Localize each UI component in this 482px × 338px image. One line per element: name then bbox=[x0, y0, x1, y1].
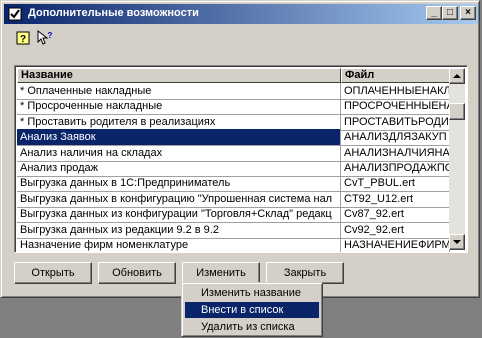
arrow-up-icon bbox=[453, 74, 461, 78]
column-header-file[interactable]: Файл bbox=[341, 68, 450, 83]
minimize-button[interactable]: _ bbox=[426, 6, 442, 20]
title-bar[interactable]: Дополнительные возможности _ □ × bbox=[4, 4, 478, 24]
svg-text:?: ? bbox=[20, 34, 26, 45]
scroll-down-button[interactable] bbox=[449, 234, 465, 250]
column-header-name[interactable]: Название bbox=[17, 68, 341, 83]
menu-item-remove-from-list[interactable]: Удалить из списка bbox=[185, 319, 319, 335]
cell-name: Назначение фирм номенклатуре bbox=[17, 237, 341, 252]
scroll-up-button[interactable] bbox=[449, 68, 465, 84]
scroll-thumb[interactable] bbox=[449, 103, 465, 120]
dialog-window: Дополнительные возможности _ □ × ? ? Наз… bbox=[0, 0, 480, 298]
refresh-button[interactable]: Обновить bbox=[98, 262, 176, 284]
app-icon bbox=[8, 7, 22, 21]
context-menu: Изменить название Внести в список Удалит… bbox=[181, 282, 323, 337]
menu-item-add-to-list[interactable]: Внести в список bbox=[185, 302, 319, 318]
open-button[interactable]: Открыть bbox=[14, 262, 92, 284]
help-icon[interactable]: ? bbox=[15, 30, 31, 46]
arrow-down-icon bbox=[453, 240, 461, 244]
cell-file: НАЗНАЧЕНИЕФИРМ bbox=[341, 237, 450, 252]
data-grid[interactable]: Название Файл * Оплаченные накладные ОПЛА… bbox=[14, 65, 468, 253]
maximize-button[interactable]: □ bbox=[442, 6, 458, 20]
close-button[interactable]: × bbox=[460, 6, 476, 20]
table-row[interactable]: Назначение фирм номенклатуре НАЗНАЧЕНИЕФИ… bbox=[17, 237, 450, 252]
change-button[interactable]: Изменить bbox=[182, 262, 260, 284]
svg-text:?: ? bbox=[48, 31, 53, 40]
window-title: Дополнительные возможности bbox=[28, 7, 199, 19]
close-dialog-button[interactable]: Закрыть bbox=[266, 262, 344, 284]
whats-this-icon[interactable]: ? bbox=[37, 30, 53, 46]
menu-item-rename[interactable]: Изменить название bbox=[185, 285, 319, 301]
vertical-scrollbar[interactable] bbox=[449, 68, 465, 250]
